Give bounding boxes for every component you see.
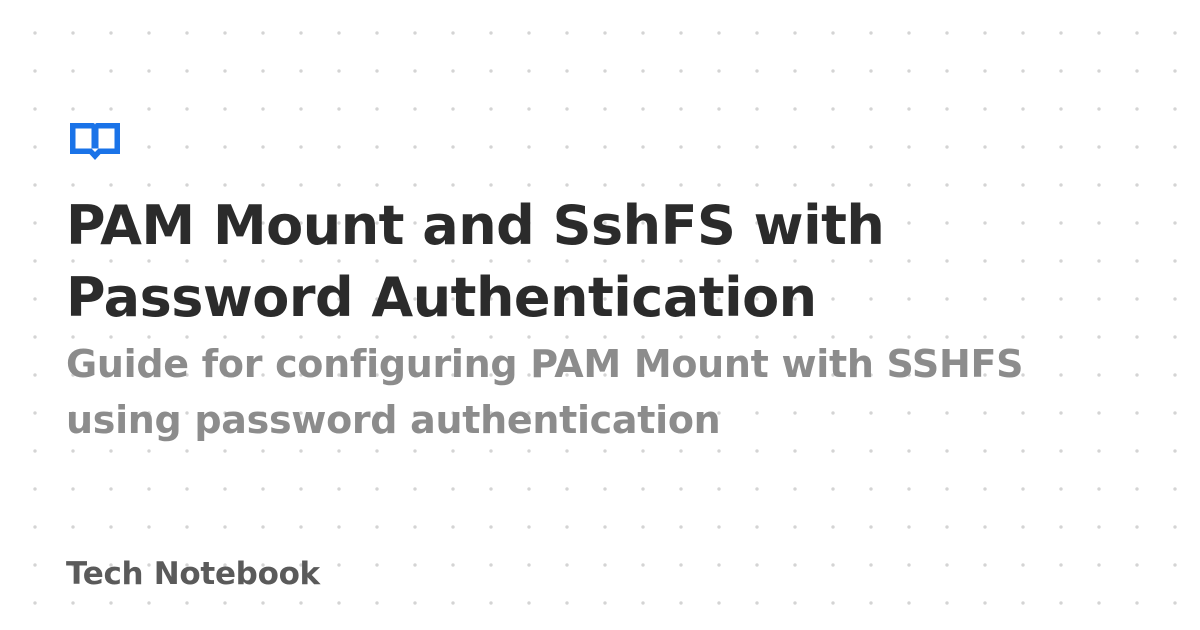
site-name: Tech Notebook <box>66 556 320 592</box>
book-icon <box>68 120 122 162</box>
article-subtitle: Guide for configuring PAM Mount with SSH… <box>66 342 1024 442</box>
article-title: PAM Mount and SshFS with Password Authen… <box>66 194 885 329</box>
social-share-card: PAM Mount and SshFS with Password Authen… <box>0 0 1200 630</box>
